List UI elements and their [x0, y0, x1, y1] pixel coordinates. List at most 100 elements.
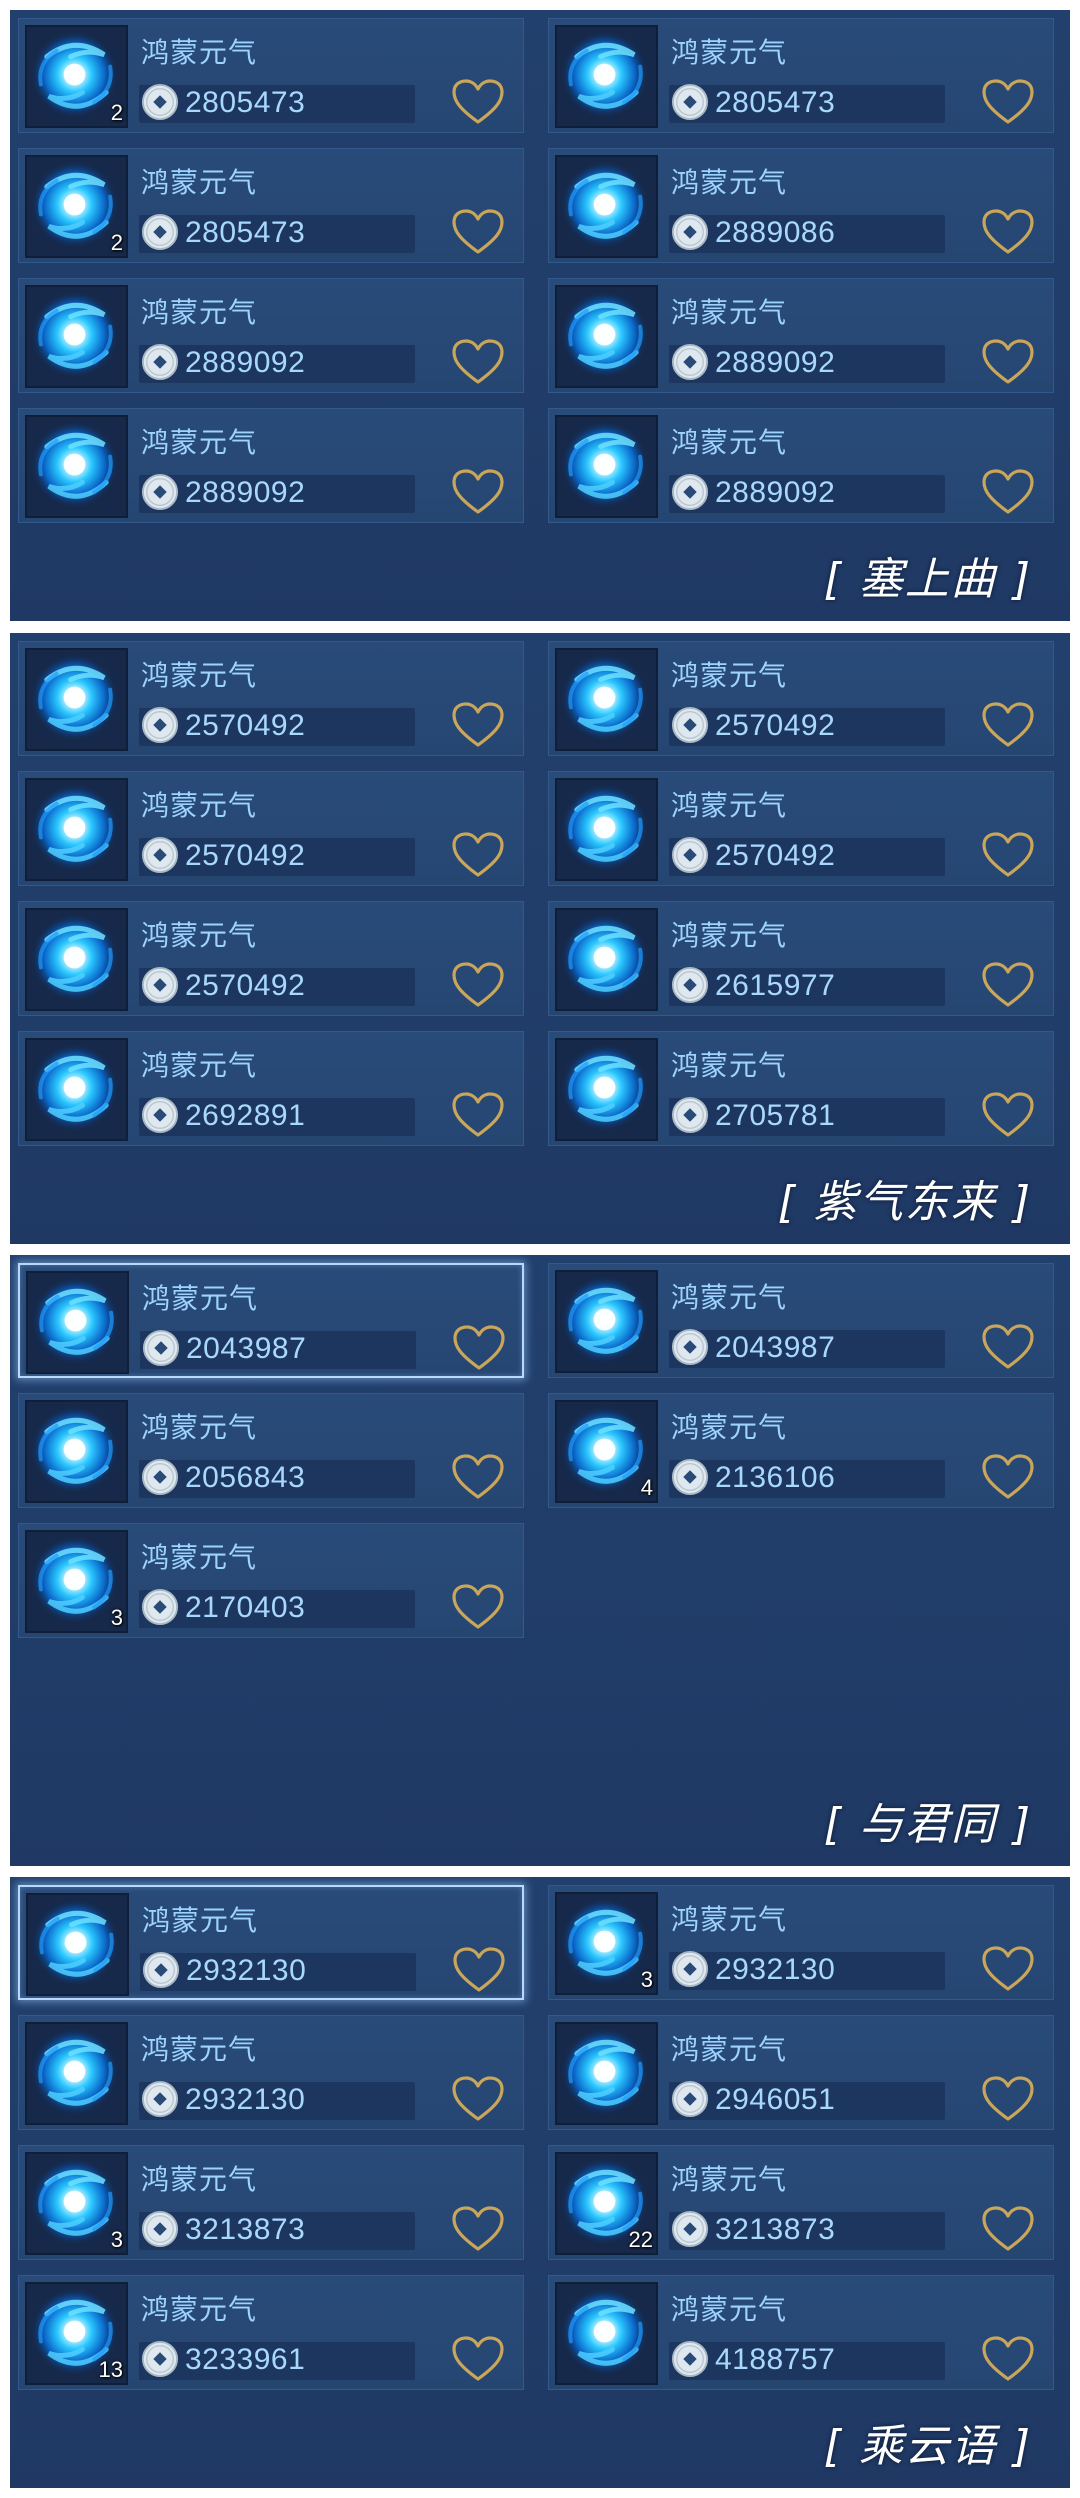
blue-vortex-icon[interactable]	[25, 908, 128, 1011]
heart-outline-icon[interactable]	[450, 830, 506, 880]
item-card[interactable]: 22 鸿蒙元气 3213873	[548, 2145, 1054, 2260]
item-card[interactable]: 鸿蒙元气 2570492	[18, 641, 524, 756]
blue-vortex-icon[interactable]: 13	[25, 2282, 128, 2385]
blue-vortex-icon[interactable]	[25, 648, 128, 751]
heart-outline-icon[interactable]	[450, 77, 506, 127]
item-card[interactable]: 鸿蒙元气 2692891	[18, 1031, 524, 1146]
heart-outline-icon[interactable]	[980, 337, 1036, 387]
heart-outline-icon[interactable]	[450, 2074, 506, 2124]
heart-outline-icon[interactable]	[450, 2334, 506, 2384]
blue-vortex-icon[interactable]	[555, 1038, 658, 1141]
blue-vortex-icon[interactable]	[25, 1400, 128, 1503]
heart-outline-icon[interactable]	[980, 700, 1036, 750]
item-card[interactable]: 3 鸿蒙元气 3213873	[18, 2145, 524, 2260]
blue-vortex-icon[interactable]: 3	[555, 1892, 658, 1995]
blue-vortex-icon[interactable]: 22	[555, 2152, 658, 2255]
blue-vortex-icon[interactable]	[26, 1893, 129, 1996]
item-card[interactable]: 鸿蒙元气 2570492	[548, 771, 1054, 886]
heart-outline-icon[interactable]	[450, 1452, 506, 1502]
blue-vortex-icon[interactable]	[555, 908, 658, 1011]
item-card[interactable]: 鸿蒙元气 2043987	[18, 1263, 524, 1378]
item-card[interactable]: 鸿蒙元气 2805473	[548, 18, 1054, 133]
blue-vortex-icon[interactable]	[555, 285, 658, 388]
coin-icon	[141, 2210, 179, 2248]
heart-outline-icon[interactable]	[980, 1452, 1036, 1502]
blue-vortex-icon[interactable]	[25, 1038, 128, 1141]
item-card[interactable]: 鸿蒙元气 2570492	[18, 901, 524, 1016]
blue-vortex-icon[interactable]: 4	[555, 1400, 658, 1503]
blue-vortex-icon[interactable]	[555, 25, 658, 128]
heart-outline-icon[interactable]	[980, 2074, 1036, 2124]
heart-outline-icon[interactable]	[450, 1582, 506, 1632]
blue-vortex-icon[interactable]	[555, 415, 658, 518]
heart-outline-icon[interactable]	[980, 1944, 1036, 1994]
blue-vortex-icon[interactable]	[555, 778, 658, 881]
heart-outline-icon[interactable]	[450, 467, 506, 517]
blue-vortex-icon[interactable]: 3	[25, 1530, 128, 1633]
blue-vortex-icon[interactable]	[555, 155, 658, 258]
item-price: 2570492	[185, 839, 306, 872]
heart-outline-icon[interactable]	[980, 207, 1036, 257]
heart-outline-icon[interactable]	[450, 700, 506, 750]
item-card[interactable]: 4 鸿蒙元气 2136106	[548, 1393, 1054, 1508]
item-name: 鸿蒙元气	[141, 789, 258, 822]
item-card[interactable]: 鸿蒙元气 2932130	[18, 2015, 524, 2130]
item-name: 鸿蒙元气	[141, 2033, 258, 2066]
item-card[interactable]: 鸿蒙元气 2570492	[548, 641, 1054, 756]
heart-outline-icon[interactable]	[450, 337, 506, 387]
heart-outline-icon[interactable]	[980, 2204, 1036, 2254]
blue-vortex-icon[interactable]	[25, 2022, 128, 2125]
heart-outline-icon[interactable]	[450, 960, 506, 1010]
heart-outline-icon[interactable]	[451, 1323, 507, 1373]
blue-vortex-icon[interactable]	[25, 285, 128, 388]
heart-outline-icon[interactable]	[980, 830, 1036, 880]
item-card[interactable]: 鸿蒙元气 2932130	[18, 1885, 524, 2000]
heart-outline-icon[interactable]	[451, 1945, 507, 1995]
coin-icon	[141, 343, 179, 381]
item-card[interactable]: 鸿蒙元气 2889092	[18, 278, 524, 393]
item-card[interactable]: 鸿蒙元气 4188757	[548, 2275, 1054, 2390]
item-card[interactable]: 2 鸿蒙元气 2805473	[18, 148, 524, 263]
blue-vortex-icon[interactable]	[555, 2022, 658, 2125]
blue-vortex-icon[interactable]	[25, 415, 128, 518]
item-card[interactable]: 鸿蒙元气 2889092	[18, 408, 524, 523]
heart-outline-icon[interactable]	[980, 960, 1036, 1010]
item-name: 鸿蒙元气	[671, 2163, 788, 2196]
item-card[interactable]: 鸿蒙元气 2946051	[548, 2015, 1054, 2130]
blue-vortex-icon[interactable]	[555, 648, 658, 751]
heart-outline-icon[interactable]	[980, 77, 1036, 127]
heart-outline-icon[interactable]	[980, 2334, 1036, 2384]
section-title: [ 乘云语 ]	[823, 2421, 1032, 2472]
blue-vortex-icon[interactable]: 3	[25, 2152, 128, 2255]
item-card[interactable]: 3 鸿蒙元气 2932130	[548, 1885, 1054, 2000]
coin-icon	[141, 836, 179, 874]
blue-vortex-icon[interactable]: 2	[25, 155, 128, 258]
heart-outline-icon[interactable]	[980, 467, 1036, 517]
item-card[interactable]: 鸿蒙元气 2056843	[18, 1393, 524, 1508]
item-card[interactable]: 鸿蒙元气 2615977	[548, 901, 1054, 1016]
heart-outline-icon[interactable]	[450, 1090, 506, 1140]
blue-vortex-icon[interactable]: 2	[25, 25, 128, 128]
item-card[interactable]: 鸿蒙元气 2889092	[548, 408, 1054, 523]
heart-outline-icon[interactable]	[450, 207, 506, 257]
blue-vortex-icon[interactable]	[25, 778, 128, 881]
blue-vortex-icon[interactable]	[555, 1270, 658, 1373]
item-card[interactable]: 鸿蒙元气 2570492	[18, 771, 524, 886]
item-price: 4188757	[715, 2343, 836, 2376]
heart-outline-icon[interactable]	[450, 2204, 506, 2254]
heart-outline-icon[interactable]	[980, 1322, 1036, 1372]
item-card[interactable]: 鸿蒙元气 2889092	[548, 278, 1054, 393]
item-count: 2	[110, 230, 123, 255]
item-card[interactable]: 鸿蒙元气 2043987	[548, 1263, 1054, 1378]
item-card[interactable]: 2 鸿蒙元气 2805473	[18, 18, 524, 133]
heart-outline-icon[interactable]	[980, 1090, 1036, 1140]
coin-icon	[671, 1328, 709, 1366]
item-card[interactable]: 13 鸿蒙元气 3233961	[18, 2275, 524, 2390]
item-card[interactable]: 3 鸿蒙元气 2170403	[18, 1523, 524, 1638]
item-name: 鸿蒙元气	[671, 36, 788, 69]
blue-vortex-icon[interactable]	[26, 1271, 129, 1374]
item-card[interactable]: 鸿蒙元气 2705781	[548, 1031, 1054, 1146]
item-price: 2705781	[715, 1099, 836, 1132]
item-card[interactable]: 鸿蒙元气 2889086	[548, 148, 1054, 263]
blue-vortex-icon[interactable]	[555, 2282, 658, 2385]
